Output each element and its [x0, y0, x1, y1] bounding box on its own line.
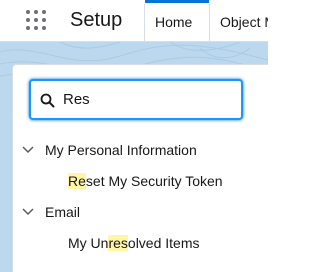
result-text: set My Security Token [85, 173, 223, 189]
search-match-highlight: Re [68, 173, 86, 189]
search-input-value[interactable]: Res [63, 91, 90, 109]
tab-object-manager[interactable]: Object M [210, 4, 268, 41]
chevron-down-icon [22, 146, 34, 154]
app-name: Setup [70, 9, 123, 31]
section-label: Email [45, 204, 81, 220]
app-launcher-icon[interactable] [26, 10, 48, 32]
result-text: My Un [68, 235, 109, 251]
search-match-highlight: res [108, 235, 128, 251]
result-reset-my-security-token[interactable]: Reset My Security Token [68, 170, 223, 192]
chevron-down-icon [22, 208, 34, 216]
result-text: olved Items [127, 235, 200, 251]
setup-page: Setup Home Object M Res My Personal Info [0, 0, 268, 272]
search-icon [40, 93, 55, 108]
section-label: My Personal Information [45, 142, 197, 158]
global-header: Setup Home Object M [0, 0, 268, 42]
quick-find-search-input[interactable]: Res [29, 79, 243, 120]
tab-home[interactable]: Home [144, 0, 210, 41]
result-my-unresolved-items[interactable]: My Unresolved Items [68, 232, 200, 254]
